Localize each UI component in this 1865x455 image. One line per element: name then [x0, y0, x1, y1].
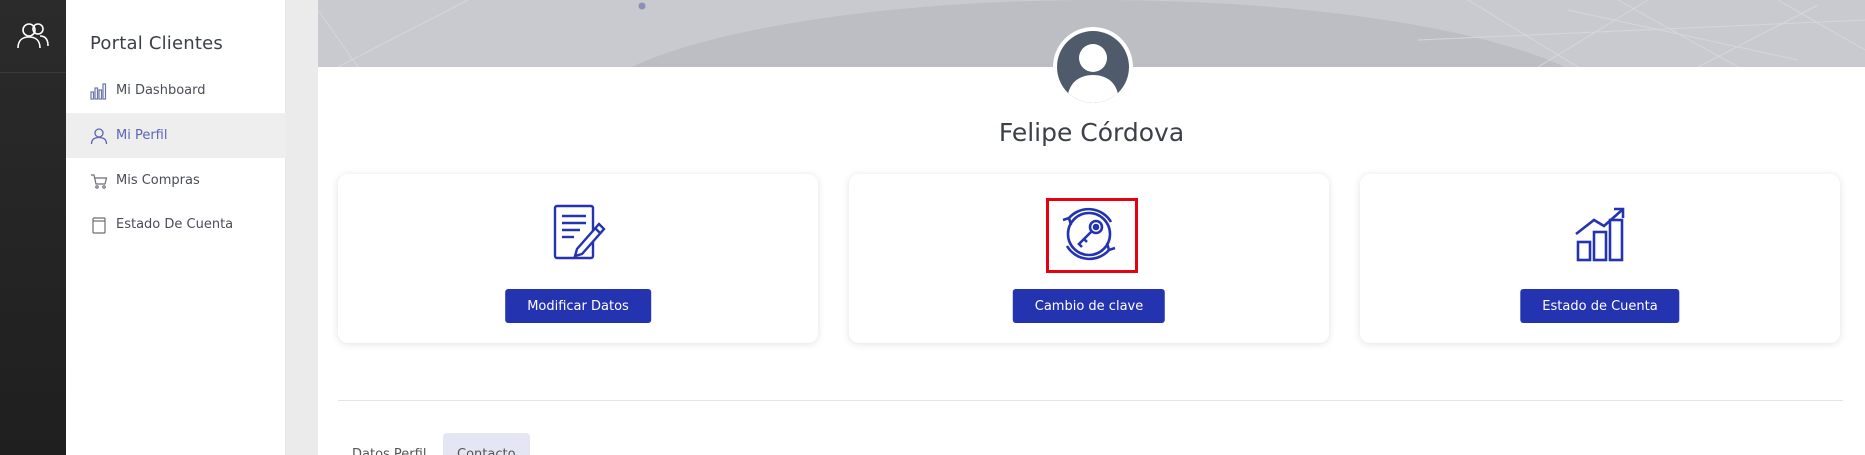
avatar — [1053, 27, 1133, 107]
users-logo-icon[interactable] — [0, 0, 66, 73]
user-avatar-icon — [1057, 31, 1129, 103]
document-icon — [90, 216, 108, 234]
sidebar-item-label: Mis Compras — [116, 173, 200, 188]
main-content: Felipe Córdova Modificar Datos Cambio de… — [318, 0, 1865, 455]
modify-data-button[interactable]: Modificar Datos — [505, 289, 651, 323]
highlight-box — [1046, 198, 1138, 273]
user-icon — [90, 127, 108, 145]
left-rail — [0, 0, 66, 455]
sidebar-item-dashboard[interactable]: Mi Dashboard — [66, 68, 286, 113]
divider — [338, 400, 1843, 401]
sidebar-item-purchases[interactable]: Mis Compras — [66, 158, 286, 203]
growth-chart-icon — [1564, 198, 1636, 270]
card-modify-data: Modificar Datos — [338, 174, 818, 343]
bar-chart-icon — [90, 82, 108, 100]
account-status-button[interactable]: Estado de Cuenta — [1520, 289, 1680, 323]
sidebar-item-profile[interactable]: Mi Perfil — [66, 113, 286, 158]
change-password-button[interactable]: Cambio de clave — [1012, 289, 1166, 323]
cart-icon — [90, 172, 108, 190]
card-account-status: Estado de Cuenta — [1360, 174, 1840, 343]
sidebar: Portal Clientes Mi Dashboard Mi Perfil M… — [66, 0, 286, 455]
tab-profile-data[interactable]: Datos Perfil — [338, 433, 440, 455]
edit-document-icon — [542, 198, 614, 270]
tab-contact[interactable]: Contacto — [443, 433, 530, 455]
profile-name: Felipe Córdova — [998, 118, 1185, 147]
sidebar-item-label: Mi Dashboard — [116, 83, 206, 98]
card-change-password: Cambio de clave — [849, 174, 1329, 343]
sidebar-title: Portal Clientes — [90, 33, 223, 54]
sidebar-item-label: Estado De Cuenta — [116, 217, 234, 232]
sidebar-item-account-status[interactable]: Estado De Cuenta — [66, 202, 286, 247]
sidebar-item-label: Mi Perfil — [116, 128, 168, 143]
